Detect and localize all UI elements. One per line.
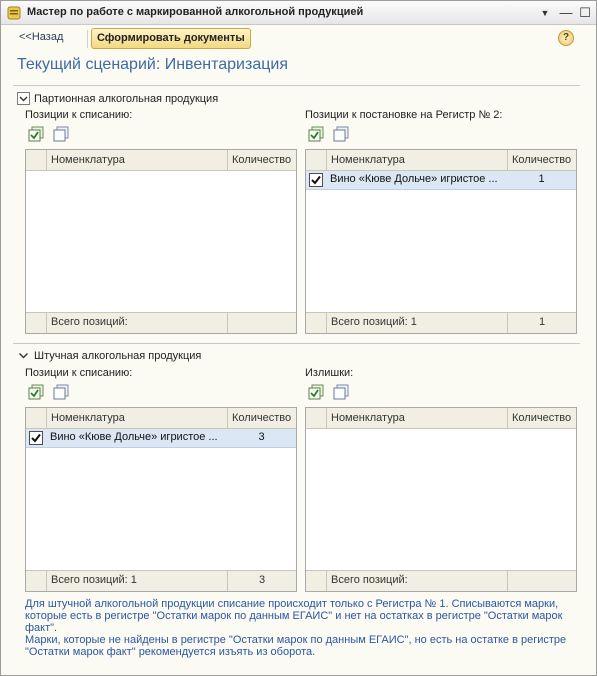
row-check-cell bbox=[306, 171, 326, 190]
piece-group-label: Штучная алкогольная продукция bbox=[34, 350, 202, 362]
column-quantity[interactable]: Количество bbox=[507, 150, 576, 171]
column-quantity[interactable]: Количество bbox=[507, 408, 576, 429]
row-nomenclature: Вино «Кюве Дольче» игристое ... bbox=[330, 173, 498, 185]
footer-total-qty: 1 bbox=[507, 313, 576, 333]
column-nomenclature[interactable]: Номенклатура bbox=[46, 150, 227, 171]
help-icon[interactable]: ? bbox=[558, 30, 574, 46]
title-bar[interactable]: Мастер по работе с маркированной алкогол… bbox=[1, 1, 597, 25]
footer-check-cell bbox=[26, 571, 46, 591]
table-footer: Всего позиций: bbox=[306, 570, 576, 591]
generate-documents-button[interactable]: Сформировать документы bbox=[91, 28, 251, 49]
piece-writeoff-label: Позиции к списанию: bbox=[25, 367, 133, 379]
footer-check-cell bbox=[306, 313, 326, 333]
toolbar: <<Назад Сформировать документы ? bbox=[17, 28, 577, 50]
window-title: Мастер по работе с маркированной алкогол… bbox=[27, 6, 364, 18]
info-text: Для штучной алкогольной продукции списан… bbox=[25, 598, 585, 658]
footer-check-cell bbox=[26, 313, 46, 333]
check-column-header bbox=[26, 150, 46, 171]
batch-group-label: Партионная алкогольная продукция bbox=[34, 93, 219, 105]
app-icon bbox=[7, 6, 21, 20]
piece-surplus-table[interactable]: Номенклатура Количество Всего позиций: bbox=[305, 407, 577, 592]
piece-writeoff-table[interactable]: Номенклатура Количество Вино «Кюве Дольч… bbox=[25, 407, 297, 592]
chevron-down-icon[interactable] bbox=[17, 349, 30, 362]
row-checkbox[interactable] bbox=[29, 431, 43, 445]
column-quantity[interactable]: Количество bbox=[227, 150, 296, 171]
info-paragraph: Для штучной алкогольной продукции списан… bbox=[25, 598, 563, 634]
divider bbox=[13, 343, 580, 344]
batch-register2-table[interactable]: Номенклатура Количество Вино «Кюве Дольч… bbox=[305, 149, 577, 334]
row-check-cell bbox=[26, 429, 46, 448]
check-column-header bbox=[26, 408, 46, 429]
info-paragraph: Марки, которые не найдены в регистре "Ос… bbox=[25, 634, 567, 658]
toolbar-separator bbox=[87, 30, 88, 48]
footer-check-cell bbox=[306, 571, 326, 591]
table-header: Номенклатура Количество bbox=[306, 150, 576, 171]
table-footer: Всего позиций: bbox=[26, 312, 296, 333]
uncheck-all-icon[interactable] bbox=[333, 126, 349, 142]
table-header: Номенклатура Количество bbox=[306, 408, 576, 429]
check-all-icon[interactable] bbox=[308, 126, 324, 142]
table-row[interactable]: Вино «Кюве Дольче» игристое ... 3 bbox=[26, 429, 296, 448]
table-header: Номенклатура Количество bbox=[26, 150, 296, 171]
footer-total-label: Всего позиций: 1 bbox=[326, 313, 507, 333]
piece-surplus-label: Излишки: bbox=[305, 367, 354, 379]
uncheck-all-icon[interactable] bbox=[53, 126, 69, 142]
footer-total-label: Всего позиций: bbox=[326, 571, 507, 591]
column-nomenclature[interactable]: Номенклатура bbox=[326, 408, 507, 429]
footer-total-label: Всего позиций: bbox=[46, 313, 227, 333]
back-button[interactable]: <<Назад bbox=[19, 31, 63, 43]
check-column-header bbox=[306, 408, 326, 429]
check-column-header bbox=[306, 150, 326, 171]
table-header: Номенклатура Количество bbox=[26, 408, 296, 429]
maximize-icon[interactable]: ☐ bbox=[577, 5, 593, 21]
menu-icon[interactable]: ▼ bbox=[537, 5, 553, 21]
wizard-window: Мастер по работе с маркированной алкогол… bbox=[0, 0, 597, 676]
footer-total-qty bbox=[227, 313, 296, 333]
footer-total-qty bbox=[507, 571, 576, 591]
column-nomenclature[interactable]: Номенклатура bbox=[326, 150, 507, 171]
footer-total-label: Всего позиций: 1 bbox=[46, 571, 227, 591]
table-row[interactable]: Вино «Кюве Дольче» игристое ... 1 bbox=[306, 171, 576, 190]
divider bbox=[13, 85, 580, 86]
scenario-title: Текущий сценарий: Инвентаризация bbox=[17, 56, 288, 73]
batch-writeoff-label: Позиции к списанию: bbox=[25, 109, 133, 121]
table-footer: Всего позиций: 1 3 bbox=[26, 570, 296, 591]
column-nomenclature[interactable]: Номенклатура bbox=[46, 408, 227, 429]
check-all-icon[interactable] bbox=[28, 126, 44, 142]
batch-writeoff-table[interactable]: Номенклатура Количество Всего позиций: bbox=[25, 149, 297, 334]
row-quantity: 3 bbox=[258, 431, 265, 443]
row-quantity: 1 bbox=[538, 173, 545, 185]
batch-register2-label: Позиции к постановке на Регистр № 2: bbox=[305, 109, 503, 121]
check-all-icon[interactable] bbox=[308, 384, 324, 400]
column-quantity[interactable]: Количество bbox=[227, 408, 296, 429]
uncheck-all-icon[interactable] bbox=[333, 384, 349, 400]
minimize-icon[interactable]: — bbox=[558, 5, 574, 21]
footer-total-qty: 3 bbox=[227, 571, 296, 591]
uncheck-all-icon[interactable] bbox=[53, 384, 69, 400]
row-checkbox[interactable] bbox=[309, 173, 323, 187]
table-footer: Всего позиций: 1 1 bbox=[306, 312, 576, 333]
chevron-down-icon[interactable] bbox=[17, 92, 30, 105]
row-nomenclature: Вино «Кюве Дольче» игристое ... bbox=[50, 431, 218, 443]
check-all-icon[interactable] bbox=[28, 384, 44, 400]
